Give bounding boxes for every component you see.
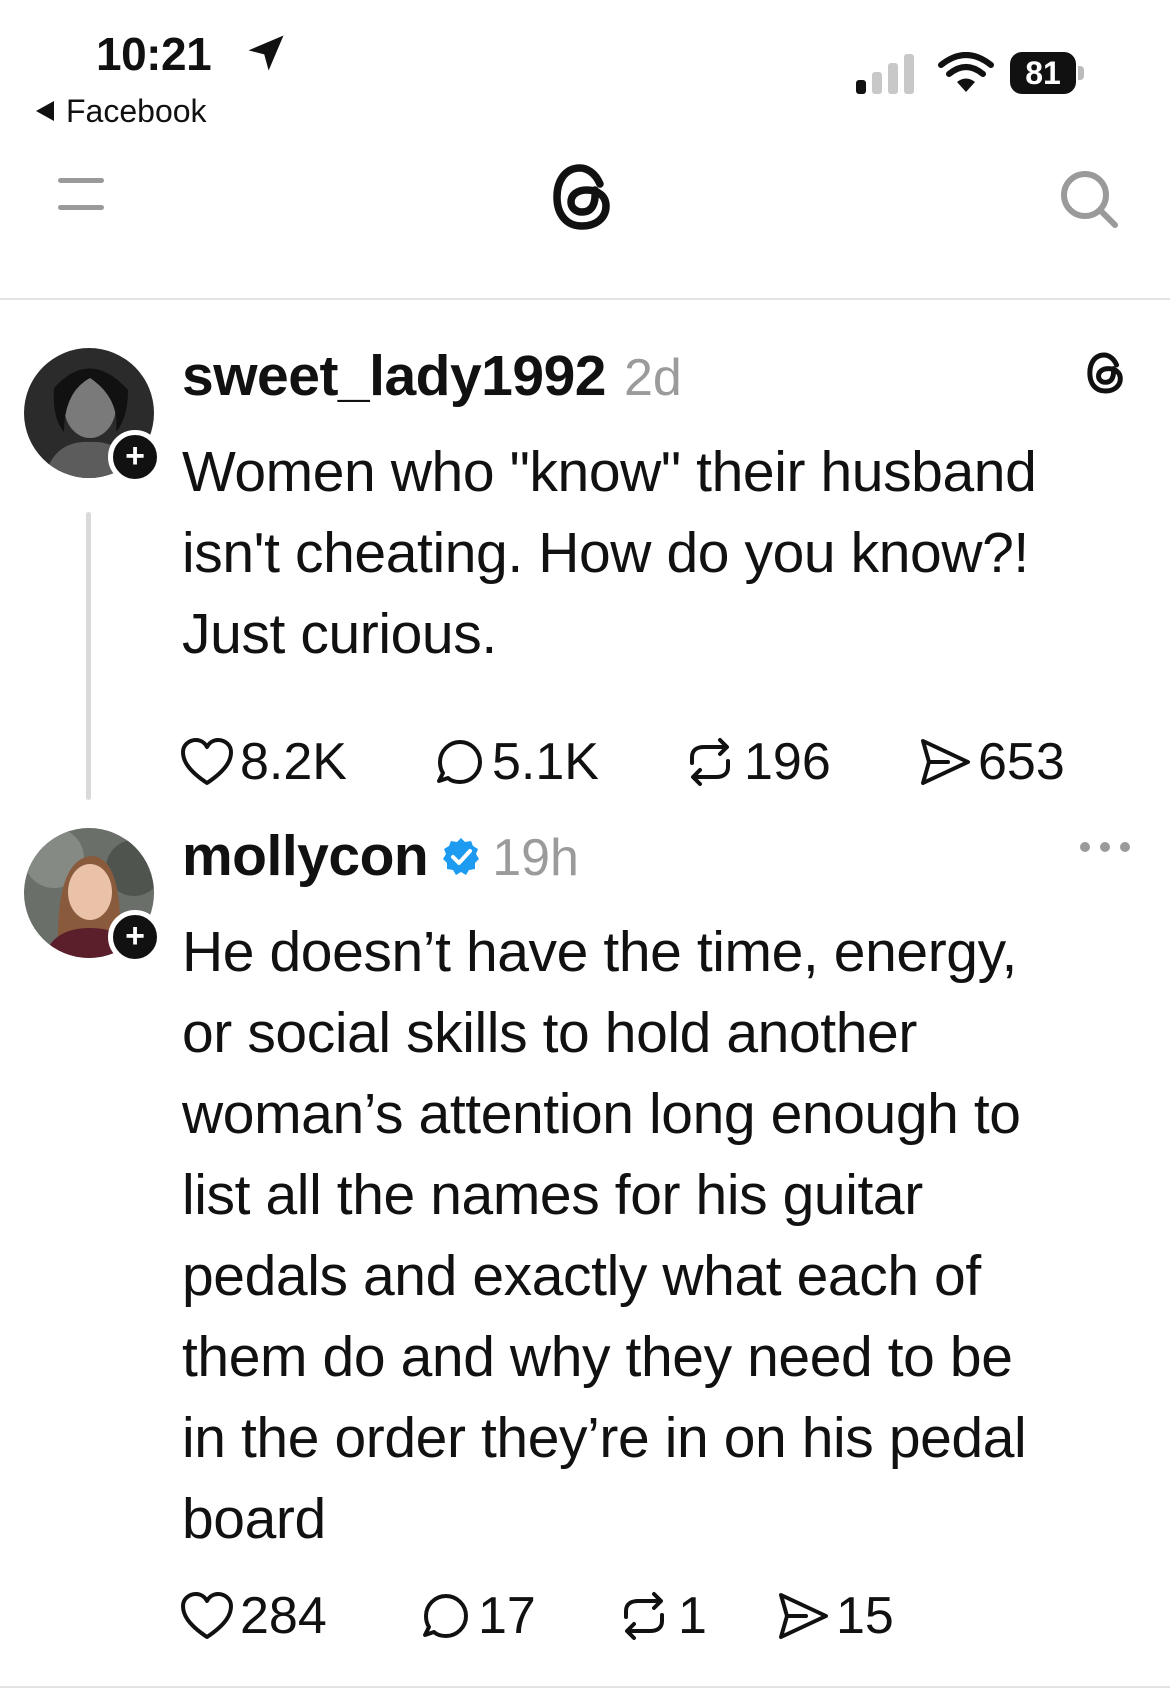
post-time: 19h xyxy=(492,829,579,887)
threads-logo-icon[interactable] xyxy=(548,160,618,234)
like-button[interactable]: 284 xyxy=(180,1586,420,1646)
header-divider xyxy=(0,298,1170,300)
battery-indicator: 81 xyxy=(1010,52,1086,94)
repost-button[interactable]: 1 xyxy=(616,1586,776,1646)
share-count: 15 xyxy=(836,1587,894,1645)
post-text-line: Women who "know" their husband xyxy=(182,440,1037,504)
post-header: mollycon 19h xyxy=(182,824,579,890)
share-button[interactable]: 15 xyxy=(776,1586,894,1646)
repost-icon xyxy=(690,738,730,786)
wifi-icon xyxy=(938,52,994,92)
post-text-line: woman’s attention long enough to xyxy=(182,1082,1021,1146)
comment-icon xyxy=(423,1594,468,1638)
post-text-line: pedals and exactly what each of xyxy=(182,1244,981,1308)
threads-small-icon xyxy=(1087,352,1123,394)
post-actions: 8.2K 5.1K 196 653 xyxy=(180,732,1065,792)
reply-button[interactable]: 17 xyxy=(420,1586,616,1646)
back-triangle-icon xyxy=(36,101,54,121)
heart-icon xyxy=(181,1592,233,1639)
follow-plus-button[interactable]: + xyxy=(108,910,162,964)
repost-count: 1 xyxy=(678,1587,707,1645)
more-options-icon[interactable] xyxy=(1078,840,1132,854)
post-body: He doesn’t have the time, energy, or soc… xyxy=(182,912,1162,1560)
location-arrow-icon xyxy=(248,35,284,71)
repost-icon xyxy=(624,1592,664,1640)
share-button[interactable]: 653 xyxy=(918,732,1065,792)
post-text-line: He doesn’t have the time, energy, xyxy=(182,920,1017,984)
back-to-app-link[interactable]: Facebook xyxy=(36,92,207,130)
comment-icon xyxy=(437,740,482,784)
post-text-line: in the order they’re in on his pedal xyxy=(182,1406,1027,1470)
thread-connector-line xyxy=(86,512,91,800)
post-text-line: board xyxy=(182,1487,326,1551)
like-count: 8.2K xyxy=(240,733,347,791)
status-time: 10:21 xyxy=(96,28,212,80)
post-actions: 284 17 1 15 xyxy=(180,1586,894,1646)
share-count: 653 xyxy=(978,733,1065,791)
search-icon[interactable] xyxy=(1058,168,1120,230)
reply-count: 17 xyxy=(478,1587,536,1645)
heart-icon xyxy=(181,738,233,785)
menu-icon[interactable] xyxy=(58,178,104,212)
username[interactable]: mollycon xyxy=(182,824,429,888)
repost-count: 196 xyxy=(744,733,831,791)
post-body: Women who "know" their husband isn't che… xyxy=(182,432,1162,675)
post-text-line: them do and why they need to be xyxy=(182,1325,1013,1389)
like-button[interactable]: 8.2K xyxy=(180,732,434,792)
battery-nub xyxy=(1078,66,1084,80)
battery-level: 81 xyxy=(1010,52,1076,94)
post-text-line: Just curious. xyxy=(182,602,497,666)
send-icon xyxy=(921,739,970,785)
reply-button[interactable]: 5.1K xyxy=(434,732,682,792)
post-text-line: or social skills to hold another xyxy=(182,1001,917,1065)
verified-badge-icon xyxy=(443,838,480,875)
back-app-label: Facebook xyxy=(66,93,207,129)
cellular-signal-icon xyxy=(856,54,914,94)
post-time: 2d xyxy=(623,349,682,407)
send-icon xyxy=(779,1593,828,1639)
follow-plus-button[interactable]: + xyxy=(108,430,162,484)
post-original[interactable]: + sweet_lady1992 2d Women who "know" the… xyxy=(0,330,1170,791)
post-header: sweet_lady1992 2d xyxy=(182,344,682,410)
post-divider xyxy=(0,1686,1170,1688)
repost-button[interactable]: 196 xyxy=(682,732,918,792)
reply-count: 5.1K xyxy=(492,733,599,791)
post-text-line: isn't cheating. How do you know?! xyxy=(182,521,1029,585)
username[interactable]: sweet_lady1992 xyxy=(182,344,606,408)
post-text-line: list all the names for his guitar xyxy=(182,1163,923,1227)
post-reply[interactable]: + mollycon 19h He doesn’t have the time,… xyxy=(0,810,1170,1680)
like-count: 284 xyxy=(240,1587,327,1645)
